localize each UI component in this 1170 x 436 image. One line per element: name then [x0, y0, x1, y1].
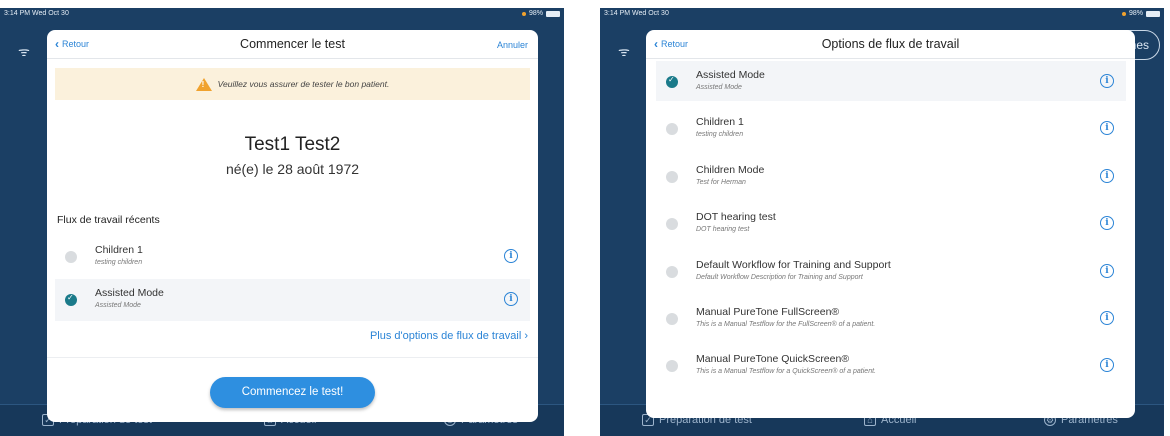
battery-icon	[546, 11, 560, 17]
info-circle-icon[interactable]: i	[1100, 264, 1114, 278]
radio-checked-icon[interactable]	[666, 75, 678, 88]
workflow-name: Children 1	[696, 116, 744, 128]
workflow-name: Assisted Mode	[95, 287, 164, 299]
status-bar: 3:14 PM Wed Oct 30 98%	[600, 8, 1164, 20]
radio-icon[interactable]	[666, 313, 678, 325]
start-test-modal: ‹ Retour Commencer le test Annuler ! Veu…	[47, 30, 538, 422]
more-workflow-options-link[interactable]: Plus d'options de flux de travail ›	[370, 330, 528, 342]
warning-triangle-icon: !	[195, 77, 212, 91]
workflow-row[interactable]: Manual PureTone QuickScreen® This is a M…	[656, 345, 1126, 385]
info-circle-icon[interactable]: i	[1100, 216, 1114, 230]
workflow-row[interactable]: DOT hearing test DOT hearing test i	[656, 203, 1126, 243]
screen-workflow-options: 3:14 PM Wed Oct 30 98% ᯤ rnes ✓ Préparat…	[600, 8, 1164, 436]
workflow-row[interactable]: Children 1 testing children i	[656, 108, 1126, 148]
workflow-description: This is a Manual Testflow for the FullSc…	[696, 321, 876, 328]
radio-icon[interactable]	[666, 360, 678, 372]
workflow-description: This is a Manual Testflow for a QuickScr…	[696, 368, 876, 375]
battery-percent: 98%	[528, 10, 543, 17]
status-time: 3:14 PM Wed Oct 30	[604, 10, 669, 17]
workflow-name: Children 1	[95, 244, 143, 256]
status-bar: 3:14 PM Wed Oct 30 98%	[0, 8, 564, 20]
workflow-name: Assisted Mode	[696, 69, 765, 81]
workflow-description: Test for Herman	[696, 179, 746, 186]
modal-navbar: ‹ Retour Commencer le test Annuler	[47, 30, 538, 59]
workflow-name: Default Workflow for Training and Suppor…	[696, 259, 891, 271]
screen-start-test: 3:14 PM Wed Oct 30 98% ᯤ rnes ✓ Préparat…	[0, 8, 564, 436]
info-circle-icon[interactable]: i	[1100, 311, 1114, 325]
info-circle-icon[interactable]: i	[1100, 169, 1114, 183]
patient-dob: né(e) le 28 août 1972	[225, 161, 360, 177]
workflow-description: testing children	[696, 131, 744, 138]
battery-icon	[1146, 11, 1160, 17]
workflow-row[interactable]: Default Workflow for Training and Suppor…	[656, 251, 1126, 291]
workflow-row[interactable]: Children 1 testing children i	[55, 236, 530, 278]
workflow-description: DOT hearing test	[696, 226, 750, 233]
radio-icon[interactable]	[666, 218, 678, 230]
radio-icon[interactable]	[666, 123, 678, 135]
patient-name: Test1 Test2	[244, 134, 341, 155]
battery-percent: 98%	[1128, 10, 1143, 17]
workflow-description: Default Workflow Description for Trainin…	[696, 274, 863, 281]
workflow-name: Manual PureTone QuickScreen®	[696, 353, 850, 365]
modal-navbar: ‹ Retour Options de flux de travail	[646, 30, 1135, 59]
info-circle-icon[interactable]: i	[1100, 358, 1114, 372]
workflow-description: Assisted Mode	[696, 84, 742, 91]
radio-checked-icon[interactable]	[65, 293, 77, 306]
modal-title: Commencer le test	[240, 37, 345, 51]
workflow-row[interactable]: Assisted Mode Assisted Mode i	[55, 279, 530, 321]
wifi-icon: ᯤ	[18, 44, 30, 59]
warning-banner: ! Veuillez vous assurer de tester le bon…	[55, 68, 530, 100]
info-circle-icon[interactable]: i	[1100, 74, 1114, 88]
radio-icon[interactable]	[65, 251, 77, 263]
warning-text: Veuillez vous assurer de tester le bon p…	[217, 79, 390, 89]
modal-title: Options de flux de travail	[821, 37, 960, 51]
workflow-options-modal: ‹ Retour Options de flux de travail Assi…	[646, 30, 1135, 418]
info-circle-icon[interactable]: i	[504, 249, 518, 263]
info-circle-icon[interactable]: i	[1100, 121, 1114, 135]
location-icon	[1121, 12, 1126, 16]
status-time: 3:14 PM Wed Oct 30	[4, 10, 69, 17]
workflow-description: Assisted Mode	[95, 302, 141, 309]
info-circle-icon[interactable]: i	[504, 292, 518, 306]
workflow-row[interactable]: Children Mode Test for Herman i	[656, 156, 1126, 196]
workflow-name: Children Mode	[696, 164, 765, 176]
workflow-description: testing children	[95, 259, 143, 266]
location-icon	[521, 12, 526, 16]
wifi-icon: ᯤ	[618, 44, 630, 59]
workflow-row[interactable]: Assisted Mode Assisted Mode i	[656, 61, 1126, 101]
workflow-name: Manual PureTone FullScreen®	[696, 306, 840, 318]
recent-workflows-title: Flux de travail récents	[57, 214, 160, 226]
divider	[47, 357, 538, 358]
cancel-button[interactable]: Annuler	[497, 40, 528, 50]
workflow-name: DOT hearing test	[696, 211, 776, 223]
workflow-row[interactable]: Manual PureTone FullScreen® This is a Ma…	[656, 298, 1126, 338]
radio-icon[interactable]	[666, 171, 678, 183]
start-test-button[interactable]: Commencez le test!	[210, 377, 375, 408]
radio-icon[interactable]	[666, 266, 678, 278]
